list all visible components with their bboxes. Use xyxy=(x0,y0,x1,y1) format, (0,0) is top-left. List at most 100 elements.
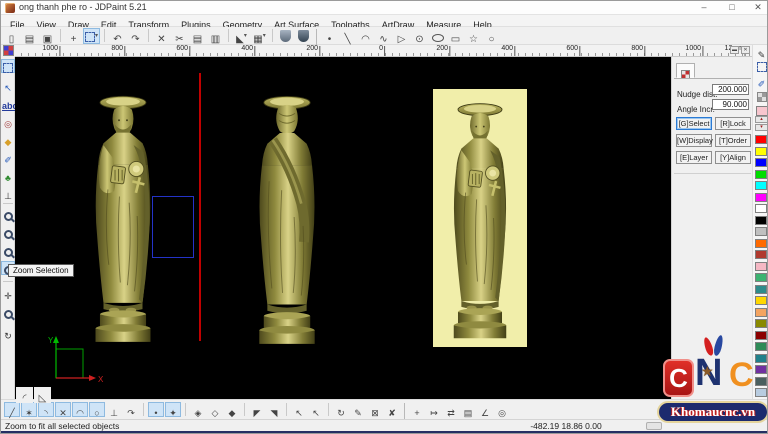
view-mode-button[interactable]: ▦▾ xyxy=(251,28,268,44)
trim-tool-button[interactable]: ✕ xyxy=(55,402,71,417)
draw-polygon-button[interactable]: ▷ xyxy=(393,28,410,44)
color-swatch-ffff00[interactable] xyxy=(755,147,767,156)
zoom-dynamic-button[interactable] xyxy=(1,305,15,319)
color-swatch-0000ff[interactable] xyxy=(755,158,767,167)
panel-close-button[interactable]: ✕ xyxy=(741,46,750,54)
close-button[interactable]: ✕ xyxy=(747,1,768,14)
palette-scroll-up-button[interactable]: ▴ xyxy=(755,116,768,123)
pen-edit-button[interactable]: ✎ xyxy=(350,402,366,417)
draw-ellipse-button[interactable] xyxy=(429,28,446,44)
color-swatch-f5b8c4[interactable] xyxy=(755,262,767,271)
orbit-tool-button[interactable]: ◎ xyxy=(494,402,510,417)
canvas-viewport[interactable]: Y X xyxy=(15,57,671,399)
open-file-button[interactable]: ▤ xyxy=(21,28,38,44)
color-swatch-00ffff[interactable] xyxy=(755,181,767,190)
center-target-button[interactable]: ◎ xyxy=(1,113,15,127)
pick-remove-button[interactable]: ↖ xyxy=(308,402,324,417)
color-swatch-000000[interactable] xyxy=(755,216,767,225)
statue-relief-view[interactable] xyxy=(436,91,524,345)
transform-tab[interactable] xyxy=(676,63,695,78)
angle-tool-button[interactable]: ∠ xyxy=(477,402,493,417)
new-file-button[interactable]: ▯ xyxy=(3,28,20,44)
ruler-origin-icon[interactable] xyxy=(3,45,14,56)
color-swatch-c0c0c0[interactable] xyxy=(755,227,767,236)
relief-3d-button[interactable]: ♣ xyxy=(1,167,15,181)
color-swatch-00dd00[interactable] xyxy=(755,170,767,179)
delete-objects-button[interactable]: ✘ xyxy=(384,402,400,417)
draw-circle-button[interactable]: ○ xyxy=(483,28,500,44)
select-region-button[interactable] xyxy=(755,59,768,72)
measure-tool-button[interactable]: ⊥ xyxy=(1,185,15,199)
pan-view-button[interactable]: ✛ xyxy=(1,285,15,299)
draw-line-button[interactable]: ╲ xyxy=(339,28,356,44)
clipboard-tool-button[interactable]: ▤ xyxy=(460,402,476,417)
minimize-button[interactable]: – xyxy=(693,1,715,14)
dropdown-arrow-icon[interactable]: ▾ xyxy=(95,33,98,39)
node-snap-button[interactable]: ✦ xyxy=(165,402,181,417)
color-swatch-ff6a00[interactable] xyxy=(755,239,767,248)
color-swatch-3cb371[interactable] xyxy=(755,273,767,282)
color-swatch-f4a460[interactable] xyxy=(755,308,767,317)
pattern-fill-button[interactable] xyxy=(755,89,768,102)
stamp-right-button[interactable]: ◥ xyxy=(266,402,282,417)
zoom-out-button[interactable] xyxy=(1,243,15,257)
pencil-tool-button[interactable]: ✎ xyxy=(755,45,768,58)
current-color-button[interactable] xyxy=(755,103,768,116)
statue-back-view[interactable] xyxy=(237,83,337,351)
add-point-button[interactable]: + xyxy=(409,402,425,417)
brush-tool-button[interactable]: ✐ xyxy=(1,149,15,163)
draw-rectangle-button[interactable]: ▭ xyxy=(447,28,464,44)
panel-dock-button[interactable]: ▬ xyxy=(730,46,739,54)
panel-button-t-order[interactable]: [T]Order xyxy=(715,134,751,147)
copy-button[interactable]: ▤ xyxy=(189,28,206,44)
node-edit-button[interactable]: ↖ xyxy=(1,77,15,91)
color-swatch-b03a2e[interactable] xyxy=(755,250,767,259)
delete-button[interactable]: ✕ xyxy=(153,28,170,44)
draw-point-button[interactable]: • xyxy=(321,28,338,44)
color-swatch-ffd700[interactable] xyxy=(755,296,767,305)
perpendicular-tool-button[interactable]: ⊥ xyxy=(106,402,122,417)
mirror-xy-button[interactable]: ◆ xyxy=(224,402,240,417)
tangent-tool-button[interactable]: ↷ xyxy=(123,402,139,417)
panel-button-w-display[interactable]: [W]Display xyxy=(676,134,712,147)
angle-snap-button[interactable]: ◺ xyxy=(34,387,51,403)
angle-incr-input[interactable] xyxy=(712,99,749,110)
rotate-view-button[interactable]: ↻ xyxy=(1,325,15,339)
undo-button[interactable]: ↶ xyxy=(109,28,126,44)
pick-box-button[interactable]: ▾ xyxy=(83,28,100,44)
mirror-x-button[interactable]: ◈ xyxy=(190,402,206,417)
selection-rectangle[interactable] xyxy=(152,196,194,258)
paste-button[interactable]: ▥ xyxy=(207,28,224,44)
draw-curve-button[interactable]: ∿ xyxy=(375,28,392,44)
zoom-window-button[interactable] xyxy=(1,207,15,221)
pen-erase-button[interactable]: ⊠ xyxy=(367,402,383,417)
corner-tool-button[interactable]: ◜ xyxy=(16,387,33,403)
mirror-y-button[interactable]: ◇ xyxy=(207,402,223,417)
draw-star-button[interactable]: ☆ xyxy=(465,28,482,44)
guide-line[interactable] xyxy=(199,73,201,341)
pick-add-button[interactable]: ↖ xyxy=(291,402,307,417)
nudge-dist-input[interactable] xyxy=(712,84,749,95)
swap-tool-button[interactable]: ⇄ xyxy=(443,402,459,417)
shade-mode-light-button[interactable] xyxy=(277,28,294,44)
shade-mode-dark-button[interactable] xyxy=(295,28,312,44)
color-swatch-ff0000[interactable] xyxy=(755,135,767,144)
dropdown-arrow-icon[interactable]: ▾ xyxy=(263,33,266,39)
panel-button-r-lock[interactable]: [R]Lock xyxy=(715,117,751,130)
draw-circle-center-button[interactable]: ⊙ xyxy=(411,28,428,44)
paint-brush-button[interactable]: ✐ xyxy=(755,74,768,87)
extend-tool-button[interactable]: ↦ xyxy=(426,402,442,417)
panel-button-g-select[interactable]: [G]Select xyxy=(676,117,712,130)
arc-tool-button[interactable]: ◠ xyxy=(72,402,88,417)
panel-button-y-align[interactable]: [Y]Align xyxy=(715,151,751,164)
text-tool-button[interactable]: abc xyxy=(1,95,15,109)
redo-button[interactable]: ↷ xyxy=(127,28,144,44)
surface-view-button[interactable]: ◣▾ xyxy=(233,28,250,44)
stamp-left-button[interactable]: ◤ xyxy=(249,402,265,417)
color-swatch-8a8a00[interactable] xyxy=(755,319,767,328)
save-file-button[interactable]: ▣ xyxy=(39,28,56,44)
draw-arc-button[interactable]: ◠ xyxy=(357,28,374,44)
fill-tool-button[interactable]: ◆ xyxy=(1,131,15,145)
color-swatch-ffffff[interactable] xyxy=(755,204,767,213)
restore-button[interactable]: □ xyxy=(721,1,743,14)
